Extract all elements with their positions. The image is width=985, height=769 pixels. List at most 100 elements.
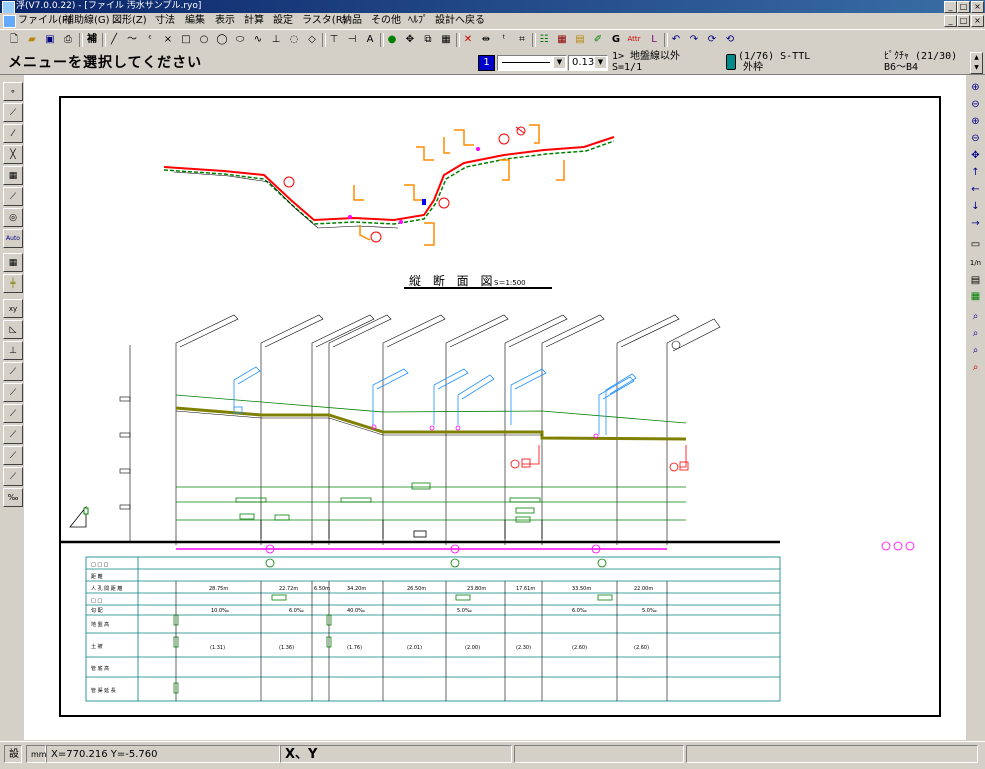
n-line2-tool-icon[interactable]: ⟋ bbox=[3, 383, 23, 402]
ellipse-icon[interactable]: ⬭ bbox=[232, 32, 248, 47]
close-button[interactable]: × bbox=[971, 1, 984, 13]
undo-icon[interactable]: ↶ bbox=[668, 32, 684, 47]
table-icon[interactable]: ☷ bbox=[536, 32, 552, 47]
menu-back-to-design[interactable]: 設計へ戻る bbox=[435, 15, 485, 27]
doc-maximize-button[interactable]: □ bbox=[957, 15, 970, 27]
auto-tool-icon[interactable]: Auto bbox=[3, 229, 23, 248]
g-icon[interactable]: G bbox=[608, 32, 624, 47]
snap-icon[interactable]: ⌗ bbox=[514, 32, 530, 47]
search-icon[interactable]: ⌕ bbox=[968, 309, 983, 324]
doc-minimize-button[interactable]: _ bbox=[944, 15, 957, 27]
menu-view[interactable]: 表示 bbox=[215, 15, 235, 27]
open-icon[interactable]: ▰ bbox=[24, 32, 40, 47]
search4-icon[interactable]: ⌕ bbox=[968, 360, 983, 375]
redraw-icon[interactable]: ⟲ bbox=[722, 32, 738, 47]
circle-icon[interactable]: ○ bbox=[196, 32, 212, 47]
tangent-tool-icon[interactable]: ⟋ bbox=[3, 187, 23, 206]
zoom-in-icon[interactable]: ⊕ bbox=[968, 114, 983, 129]
calc-icon[interactable]: ▤ bbox=[572, 32, 588, 47]
zoom-window-icon[interactable]: ⊕ bbox=[968, 80, 983, 95]
triangle-tool-icon[interactable]: ◺ bbox=[3, 320, 23, 339]
xy-tool-icon[interactable]: xy bbox=[3, 299, 23, 318]
scale-icon[interactable]: 1/n bbox=[968, 255, 983, 270]
circle-tool-icon[interactable]: ◎ bbox=[3, 208, 23, 227]
cross-grid-tool-icon[interactable]: ╪ bbox=[3, 274, 23, 293]
pan-right-icon[interactable]: → bbox=[968, 216, 983, 231]
rect-icon[interactable]: □ bbox=[178, 32, 194, 47]
menu-help[interactable]: ﾍﾙﾌﾟ bbox=[408, 15, 428, 27]
n-line4-tool-icon[interactable]: ⟋ bbox=[3, 425, 23, 444]
l-icon[interactable]: L bbox=[646, 32, 662, 47]
erase-shape-icon[interactable]: ◇ bbox=[304, 32, 320, 47]
line-type-select[interactable]: ▼ bbox=[497, 55, 567, 71]
print-preview-icon[interactable]: ▤ bbox=[968, 273, 983, 288]
menu-guide[interactable]: 補助線(G) bbox=[64, 15, 110, 27]
menu-settings[interactable]: 設定 bbox=[273, 15, 293, 27]
picture-spin-button[interactable]: ▲ ▼ bbox=[970, 52, 983, 74]
zoom-all-icon[interactable]: ⊖ bbox=[968, 97, 983, 112]
doc-close-button[interactable]: × bbox=[971, 15, 984, 27]
point-icon[interactable]: × bbox=[160, 32, 176, 47]
grid2-tool-icon[interactable]: ▦ bbox=[3, 253, 23, 272]
grid-view-icon[interactable]: ▦ bbox=[438, 32, 454, 47]
erase-icon[interactable]: ✕ bbox=[460, 32, 476, 47]
pan-up-icon[interactable]: ↑ bbox=[968, 165, 983, 180]
line-icon[interactable]: ╱ bbox=[106, 32, 122, 47]
print-icon[interactable]: ⎙ bbox=[60, 32, 76, 47]
menu-shape[interactable]: 図形(Z) bbox=[112, 15, 147, 27]
drawing-color-swatch[interactable] bbox=[726, 54, 736, 70]
layer-number-badge[interactable]: 1 bbox=[478, 55, 495, 71]
line2p-tool-icon[interactable]: ⟋ bbox=[3, 103, 23, 122]
line-width-select[interactable]: 0.13 ▼ bbox=[568, 55, 608, 71]
search2-icon[interactable]: ⌕ bbox=[968, 326, 983, 341]
guide-icon[interactable]: 補 bbox=[84, 32, 100, 47]
move-icon[interactable]: ✥ bbox=[402, 32, 418, 47]
grid-tool-icon[interactable]: ▦ bbox=[3, 166, 23, 185]
drawing-canvas[interactable]: 縦 断 面 図 S＝1:500 □ □ □ 距 離 人 孔 間 距 離 □ □ … bbox=[24, 75, 966, 740]
maximize-button[interactable]: □ bbox=[957, 1, 970, 13]
menu-raster[interactable]: ラスタ(R) bbox=[302, 15, 347, 27]
sheet-icon[interactable]: ▦ bbox=[554, 32, 570, 47]
search3-icon[interactable]: ⌕ bbox=[968, 343, 983, 358]
save-icon[interactable]: ▣ bbox=[42, 32, 58, 47]
menu-other[interactable]: その他 bbox=[371, 15, 401, 27]
dim-icon[interactable]: ● bbox=[384, 32, 400, 47]
arc-icon[interactable]: ᵋ bbox=[142, 32, 158, 47]
perp-icon[interactable]: ⊥ bbox=[268, 32, 284, 47]
text-icon[interactable]: A bbox=[362, 32, 378, 47]
pan-icon[interactable]: ✥ bbox=[968, 148, 983, 163]
curve-icon[interactable]: ∿ bbox=[250, 32, 266, 47]
minimize-button[interactable]: _ bbox=[944, 1, 957, 13]
cross-tool-icon[interactable]: ╳ bbox=[3, 145, 23, 164]
polyline-icon[interactable]: 〜 bbox=[124, 32, 140, 47]
menu-edit[interactable]: 編集 bbox=[185, 15, 205, 27]
menu-calc[interactable]: 計算 bbox=[244, 15, 264, 27]
pan-down-icon[interactable]: ↓ bbox=[968, 199, 983, 214]
new-icon[interactable]: 🗋 bbox=[6, 32, 22, 47]
menu-deliver[interactable]: 納品 bbox=[342, 15, 362, 27]
n-line6-tool-icon[interactable]: ⟋ bbox=[3, 467, 23, 486]
attr-icon[interactable]: Attr bbox=[624, 32, 644, 47]
offset-tool-icon[interactable]: ⊥ bbox=[3, 341, 23, 360]
chevron-down-icon[interactable]: ▼ bbox=[595, 57, 606, 68]
chevron-down-icon[interactable]: ▼ bbox=[554, 57, 565, 68]
paint-icon[interactable]: ✐ bbox=[590, 32, 606, 47]
dim2-icon[interactable]: ⇹ bbox=[478, 32, 494, 47]
frame-icon[interactable]: ▭ bbox=[968, 237, 983, 252]
n-line3-tool-icon[interactable]: ⟋ bbox=[3, 404, 23, 423]
layer-view-icon[interactable]: ▦ bbox=[968, 289, 983, 304]
n-line5-tool-icon[interactable]: ⟋ bbox=[3, 446, 23, 465]
trim-icon[interactable]: ⊤ bbox=[326, 32, 342, 47]
zoom-out-icon[interactable]: ⊖ bbox=[968, 131, 983, 146]
extend-icon[interactable]: ⊣ bbox=[344, 32, 360, 47]
pan-left-icon[interactable]: ← bbox=[968, 182, 983, 197]
menu-dimension[interactable]: 寸法 bbox=[155, 15, 175, 27]
n-line-tool-icon[interactable]: ⟋ bbox=[3, 362, 23, 381]
layer-icon[interactable]: ⧉ bbox=[420, 32, 436, 47]
text2-icon[interactable]: ᵗ bbox=[496, 32, 512, 47]
permil-tool-icon[interactable]: ‰ bbox=[3, 488, 23, 507]
angle-line-tool-icon[interactable]: ⁄ bbox=[3, 124, 23, 143]
circle2-icon[interactable]: ◯ bbox=[214, 32, 230, 47]
point-tool-icon[interactable]: ∘ bbox=[3, 82, 23, 101]
redo-icon[interactable]: ↷ bbox=[686, 32, 702, 47]
